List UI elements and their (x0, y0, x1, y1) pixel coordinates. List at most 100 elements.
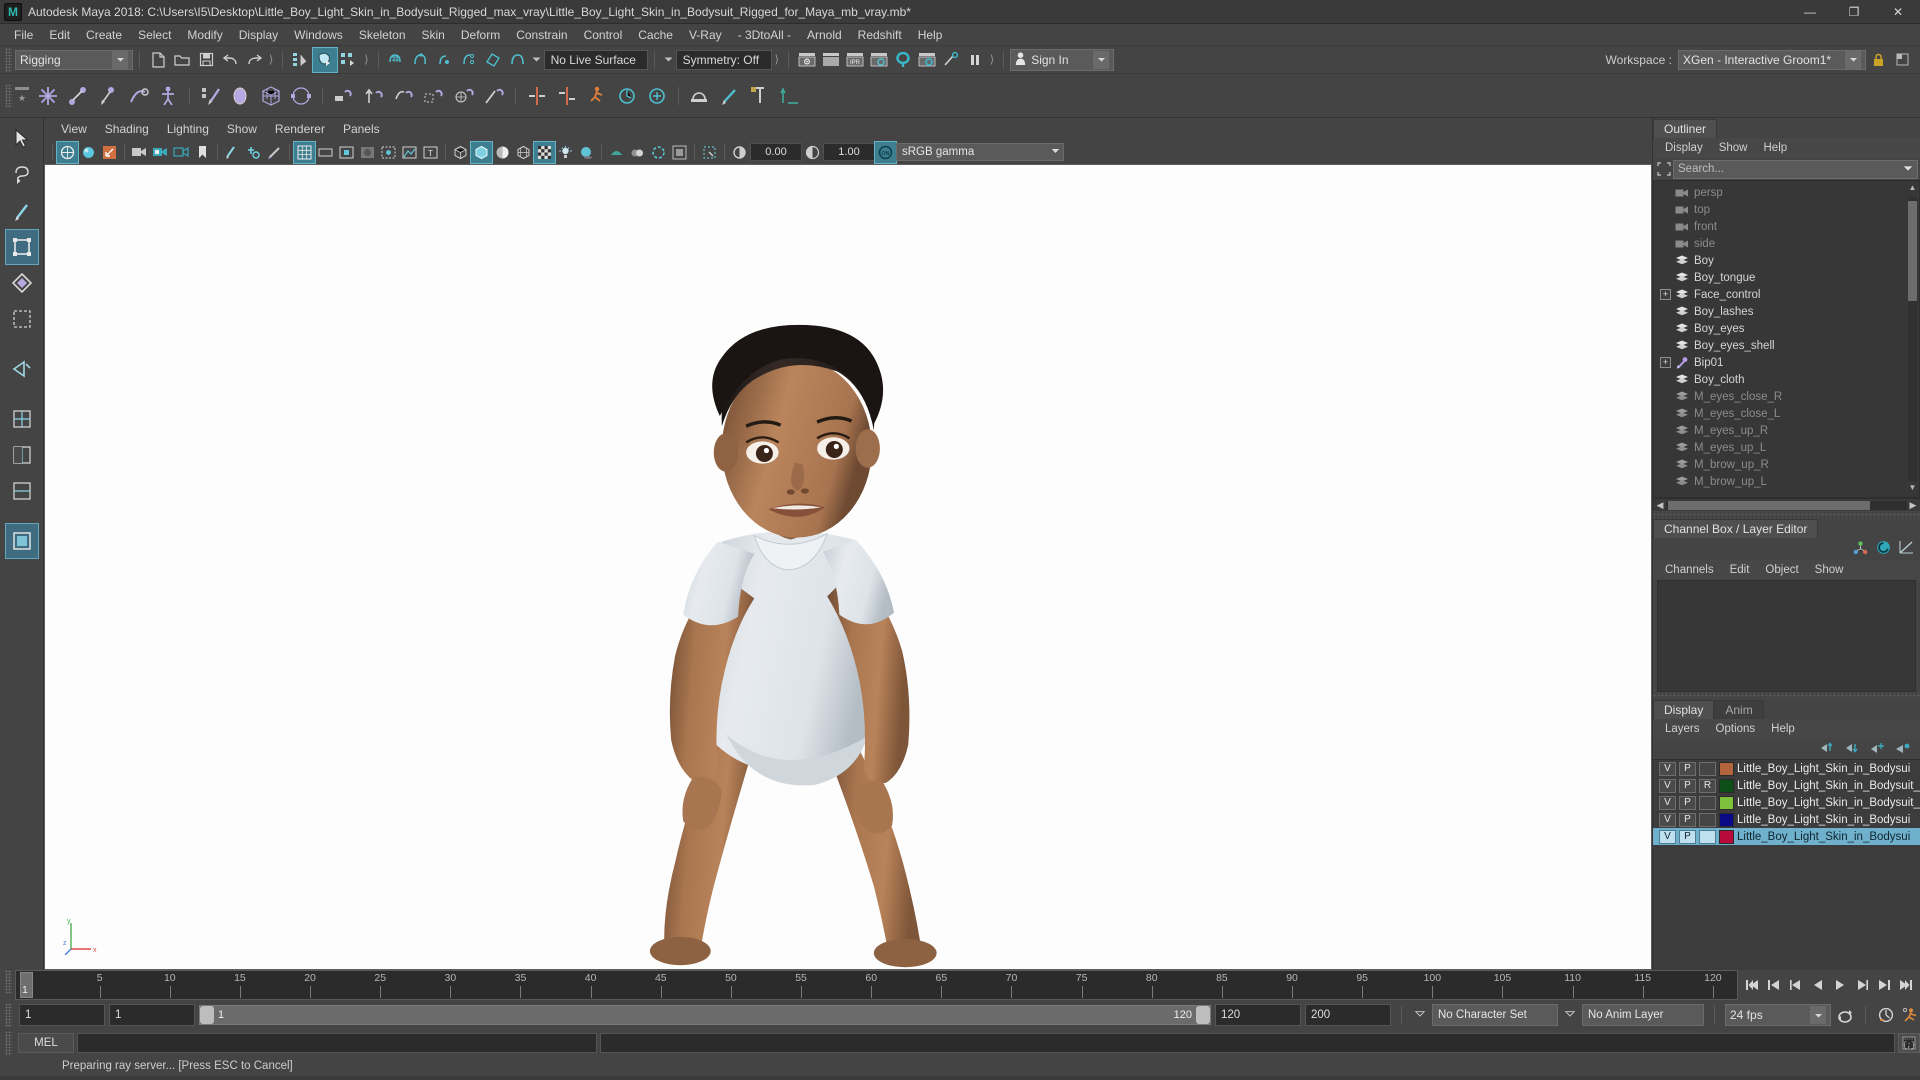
move-layer-up-icon[interactable] (1820, 741, 1835, 757)
outliner-hscroll-track[interactable] (1666, 500, 1907, 510)
shelf-cluster-button[interactable] (286, 79, 316, 113)
step-back-key-button[interactable] (1764, 975, 1784, 995)
play-forwards-button[interactable] (1830, 975, 1850, 995)
layer-visibility-toggle[interactable]: V (1659, 761, 1676, 776)
script-language-button[interactable]: MEL (18, 1033, 74, 1053)
viewport-menu-view[interactable]: View (52, 118, 96, 140)
command-grip[interactable] (5, 1031, 12, 1055)
render-view-button[interactable] (915, 48, 939, 72)
render-settings-button[interactable] (867, 48, 891, 72)
outliner-item[interactable]: Boy (1654, 252, 1919, 269)
menu-select[interactable]: Select (130, 24, 179, 46)
channelbox-content[interactable] (1657, 580, 1916, 692)
layer-visibility-toggle[interactable]: V (1659, 829, 1676, 844)
outliner-item[interactable]: M_eyes_close_L (1654, 405, 1919, 422)
go-to-end-button[interactable] (1896, 975, 1916, 995)
layers-menu-options[interactable]: Options (1708, 719, 1764, 739)
channel-box-icon[interactable] (1853, 540, 1868, 558)
animation-end-field[interactable]: 200 (1305, 1004, 1391, 1026)
select-tool[interactable] (6, 122, 38, 156)
save-scene-button[interactable] (194, 48, 218, 72)
menu-skin[interactable]: Skin (414, 24, 453, 46)
create-new-layer-icon[interactable] (1870, 741, 1885, 757)
outliner-search-input[interactable]: Search... (1673, 159, 1918, 179)
rotate-tool[interactable] (6, 266, 38, 300)
menu-arnold[interactable]: Arnold (799, 24, 850, 46)
new-scene-button[interactable] (146, 48, 170, 72)
gate-mask-icon[interactable] (357, 142, 378, 163)
tab-outliner[interactable]: Outliner (1653, 119, 1718, 138)
grid-toggle-icon[interactable] (293, 140, 316, 164)
snap-to-grid-button[interactable] (385, 48, 409, 72)
symmetry-dropdown-arrow[interactable] (661, 54, 676, 66)
menu-skeleton[interactable]: Skeleton (351, 24, 414, 46)
tab-anim-layers[interactable]: Anim (1714, 700, 1764, 719)
workspace-lock-icon[interactable] (1866, 48, 1890, 72)
menu-create[interactable]: Create (78, 24, 130, 46)
layer-display-type-toggle[interactable] (1699, 795, 1716, 810)
outliner-item[interactable]: persp (1654, 184, 1919, 201)
layout-single-pane[interactable] (6, 402, 38, 436)
loop-playback-icon[interactable] (1835, 1005, 1855, 1025)
move-layer-down-icon[interactable] (1845, 741, 1860, 757)
playback-end-field[interactable]: 120 (1215, 1004, 1301, 1026)
gamma-field[interactable]: 1.00 (823, 143, 875, 161)
outliner-item[interactable]: Boy_eyes (1654, 320, 1919, 337)
resolution-gate-icon[interactable] (336, 142, 357, 163)
step-forward-key-button[interactable] (1874, 975, 1894, 995)
gamma-icon[interactable] (802, 142, 823, 163)
menu-edit[interactable]: Edit (41, 24, 78, 46)
scale-tool[interactable] (6, 302, 38, 336)
outliner-item[interactable]: + Bip01 (1654, 354, 1919, 371)
select-by-object-type-button[interactable] (312, 46, 339, 73)
menu-display[interactable]: Display (231, 24, 286, 46)
collapse-arrow-icon-2[interactable]: ⟩ (361, 53, 371, 66)
panel-splitter-outliner[interactable] (1653, 511, 1920, 518)
attribute-editor-icon[interactable] (1876, 540, 1891, 558)
outliner-item[interactable]: M_eyes_close_R (1654, 388, 1919, 405)
expand-collapse-icon[interactable]: + (1660, 289, 1671, 300)
shade-with-wireframe-icon[interactable] (492, 142, 513, 163)
shelf-create-joint-button[interactable] (33, 79, 63, 113)
viewport-menu-panels[interactable]: Panels (334, 118, 389, 140)
layers-menu-layers[interactable]: Layers (1657, 719, 1708, 739)
collapse-arrow-icon[interactable]: ⟩ (266, 53, 276, 66)
lasso-tool[interactable] (6, 158, 38, 192)
shelf-lattice-button[interactable] (256, 79, 286, 113)
symmetry-field[interactable]: Symmetry: Off (675, 49, 772, 70)
step-back-frame-button[interactable] (1786, 975, 1806, 995)
layer-display-type-toggle[interactable] (1699, 829, 1716, 844)
shelf-pole-vector-constraint-button[interactable] (479, 79, 509, 113)
anim-layer-dropdown-arrow[interactable] (1564, 1010, 1576, 1020)
outliner-item[interactable]: Boy_eyes_shell (1654, 337, 1919, 354)
hypershade-button[interactable] (891, 48, 915, 72)
snap-to-projected-center-button[interactable] (457, 48, 481, 72)
layout-two-pane-stacked[interactable] (6, 474, 38, 508)
shelf-label-button[interactable] (745, 79, 775, 113)
go-to-start-button[interactable] (1742, 975, 1762, 995)
paint-select-tool[interactable] (6, 194, 38, 228)
viewport-menu-renderer[interactable]: Renderer (266, 118, 334, 140)
outliner-item[interactable]: top (1654, 201, 1919, 218)
outliner-item[interactable]: side (1654, 235, 1919, 252)
layer-playback-toggle[interactable]: P (1679, 829, 1696, 844)
outliner-vertical-scrollbar[interactable] (1908, 197, 1917, 481)
layer-playback-toggle[interactable]: P (1679, 812, 1696, 827)
make-live-button[interactable] (505, 48, 529, 72)
animation-preferences-icon[interactable] (1900, 1005, 1920, 1025)
shelf-point-constraint-button[interactable] (359, 79, 389, 113)
close-button[interactable]: ✕ (1876, 0, 1920, 24)
tab-display-layers[interactable]: Display (1653, 700, 1715, 719)
outliner-item[interactable]: M_brow_up_R (1654, 456, 1919, 473)
shelf-paint-button[interactable] (715, 79, 745, 113)
select-by-component-type-button[interactable] (337, 48, 361, 72)
menu-3dtoall[interactable]: - 3DtoAll - (730, 24, 799, 46)
camera-attributes-icon[interactable] (129, 142, 150, 163)
layer-playback-toggle[interactable]: P (1679, 761, 1696, 776)
shelf-quick-rig-button[interactable] (612, 79, 642, 113)
last-tool-used[interactable] (6, 352, 38, 386)
menu-deform[interactable]: Deform (453, 24, 508, 46)
layer-color-swatch[interactable] (1719, 829, 1734, 844)
shelf-tab-handle[interactable] (15, 87, 29, 90)
text-overlay-icon[interactable]: T (420, 142, 441, 163)
